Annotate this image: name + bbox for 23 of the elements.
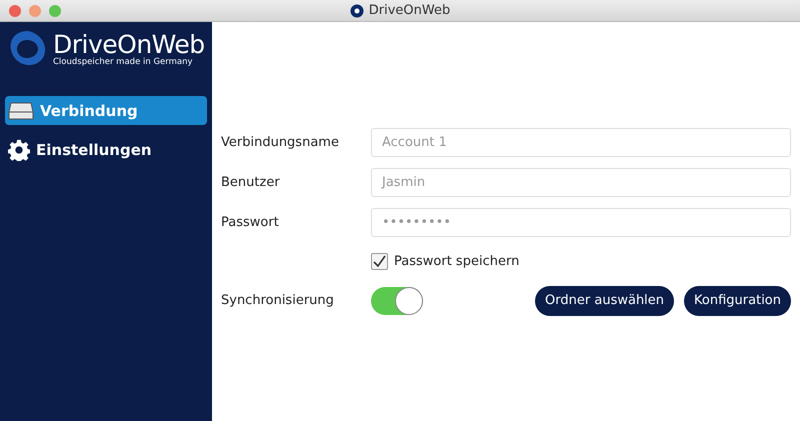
action-button[interactable]: Ordner auswählen xyxy=(535,286,674,316)
field-label: Synchronisierung xyxy=(221,293,335,308)
window-title: DriveOnWeb xyxy=(368,3,450,18)
input-field[interactable]: ••••••••• xyxy=(371,208,791,237)
minimize-button[interactable] xyxy=(29,4,41,16)
input-field[interactable]: Account 1 xyxy=(371,128,791,157)
close-button[interactable] xyxy=(9,4,21,16)
input-field[interactable]: Jasmin xyxy=(371,168,791,197)
logo-tagline: Cloudspeicher made in Germany xyxy=(53,58,194,66)
field-label: Verbindungsname xyxy=(221,135,340,150)
logo-name: DriveOnWeb xyxy=(53,32,205,58)
field-label: Passwort xyxy=(221,215,280,230)
checkbox-label: Passwort speichern xyxy=(394,254,520,268)
drive-icon xyxy=(8,100,34,120)
zoom-button[interactable] xyxy=(49,4,61,16)
gear-icon xyxy=(8,138,30,160)
action-button[interactable]: Konfiguration xyxy=(684,286,791,316)
app-icon xyxy=(350,4,364,18)
sidebar-item[interactable]: Verbindung xyxy=(5,96,207,125)
sidebar-item[interactable]: Einstellungen xyxy=(5,135,207,164)
checkbox[interactable] xyxy=(371,252,388,270)
toggle-switch[interactable] xyxy=(371,286,423,314)
field-label: Benutzer xyxy=(221,175,281,190)
